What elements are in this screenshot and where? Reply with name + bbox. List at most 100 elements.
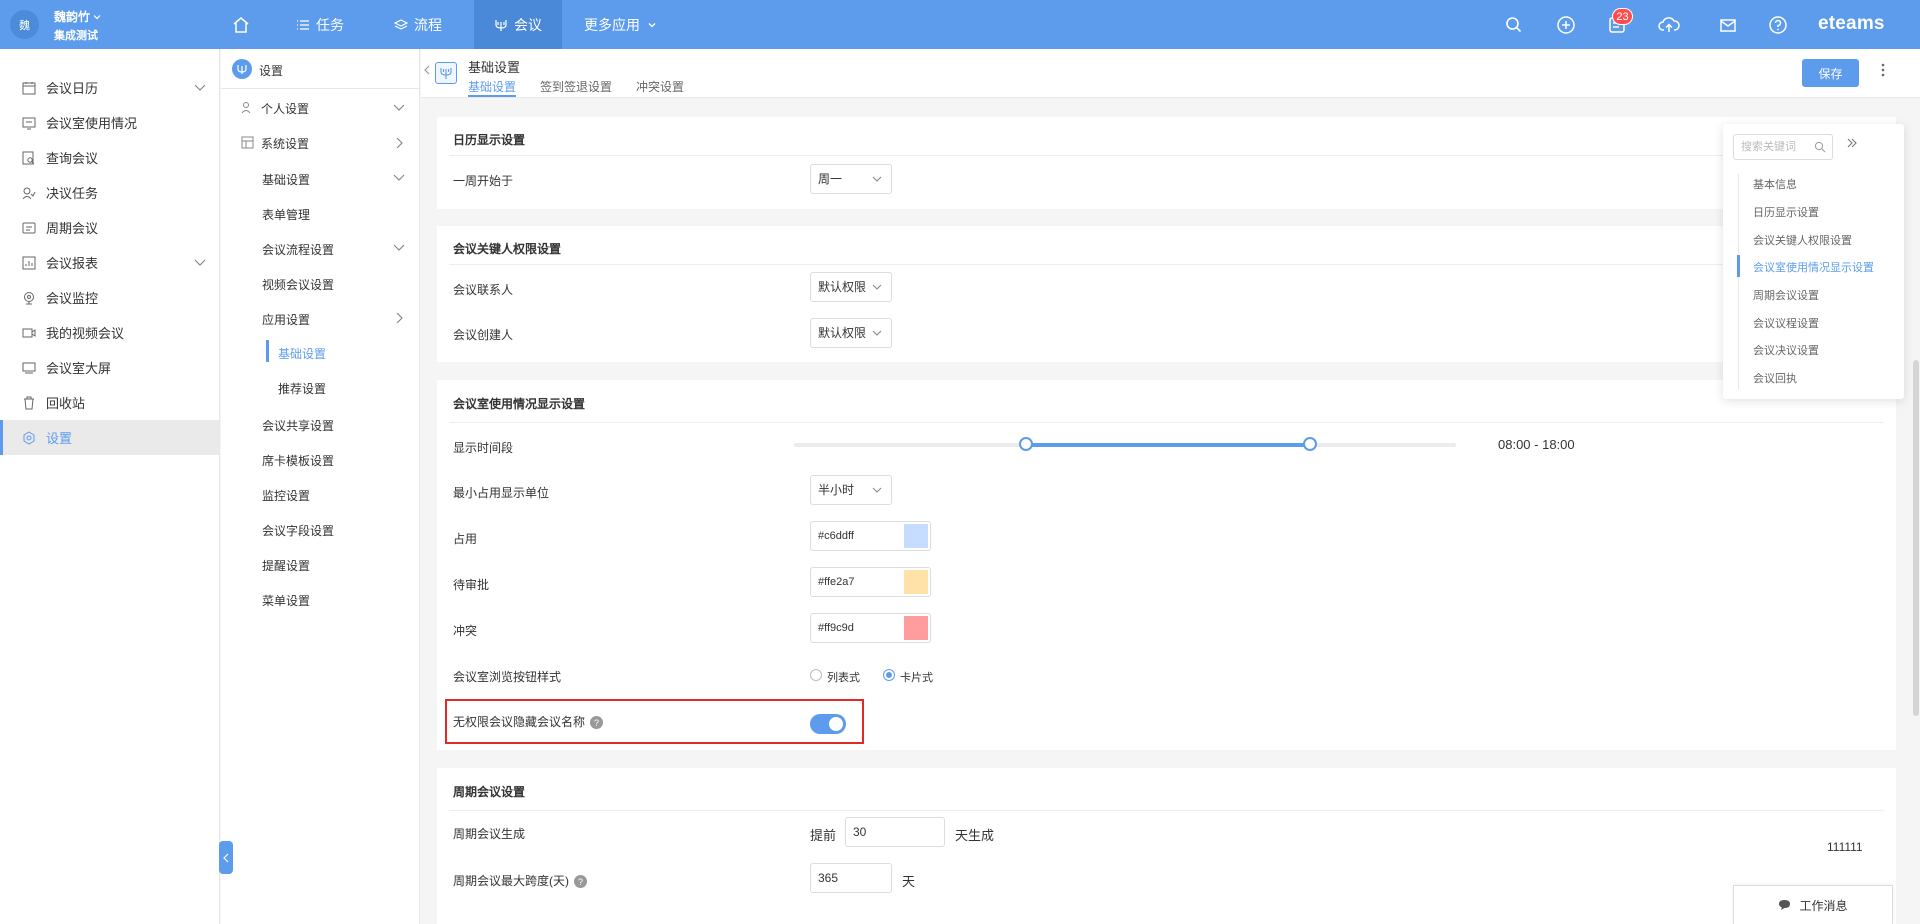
time-range-slider[interactable]	[794, 437, 1456, 451]
anchor-item[interactable]: 基本信息	[1753, 176, 1797, 192]
more-options-button[interactable]	[1881, 63, 1885, 77]
help-circle-icon	[1769, 16, 1787, 34]
menu-reminder-settings[interactable]: 提醒设置	[262, 557, 310, 574]
menu-personal-settings[interactable]: 个人设置	[241, 100, 310, 117]
save-button[interactable]: 保存	[1802, 59, 1859, 87]
field-label: 会议室浏览按钮样式	[453, 670, 562, 684]
avatar[interactable]: 魏	[10, 10, 39, 39]
help-icon[interactable]: ?	[574, 875, 587, 889]
occupied-color-input[interactable]: #c6ddff	[810, 521, 931, 551]
brand-logo: eteams	[1818, 13, 1885, 34]
cloud-upload-button[interactable]	[1658, 15, 1680, 35]
home-button[interactable]	[232, 0, 258, 49]
menu-app-settings[interactable]: 应用设置	[262, 311, 310, 328]
field-label: 会议联系人	[453, 283, 514, 297]
anchor-search-input[interactable]: 搜索关键词	[1733, 134, 1833, 160]
pending-color-input[interactable]: #ffe2a7	[810, 567, 931, 597]
week-start-select[interactable]: 周一	[810, 164, 892, 194]
max-span-input[interactable]: 365	[810, 863, 892, 893]
scrollbar[interactable]	[1913, 360, 1919, 716]
anchor-item[interactable]: 周期会议设置	[1753, 287, 1819, 303]
sidebar-item-settings[interactable]: 设置	[0, 420, 219, 455]
menu-meeting-field-settings[interactable]: 会议字段设置	[262, 522, 334, 539]
tab-basic-settings[interactable]: 基础设置	[468, 78, 517, 97]
nav-label: 任务	[316, 16, 344, 33]
sidebar-item-room-screen[interactable]: 会议室大屏	[0, 350, 219, 385]
menu-label: 基础设置	[278, 347, 327, 361]
room-usage-icon	[22, 117, 36, 130]
chevron-down-icon	[872, 176, 882, 182]
menu-label: 提醒设置	[262, 559, 311, 573]
gen-days-input[interactable]: 30	[845, 817, 945, 847]
menu-seat-card-template[interactable]: 席卡模板设置	[262, 452, 334, 469]
radio-label: 列表式	[827, 672, 860, 684]
menu-form-management[interactable]: 表单管理	[262, 206, 310, 223]
menu-monitor-settings[interactable]: 监控设置	[262, 487, 310, 504]
add-button[interactable]	[1556, 15, 1576, 35]
radio-card-style[interactable]	[883, 669, 895, 681]
sidebar-collapse-toggle[interactable]	[219, 841, 233, 874]
field-label: 一周开始于	[453, 174, 514, 188]
divider	[449, 810, 1884, 811]
sidebar-item-query-meeting[interactable]: 查询会议	[0, 140, 219, 175]
color-swatch[interactable]	[904, 616, 928, 640]
contact-permission-select[interactable]: 默认权限	[810, 272, 892, 302]
anchor-item[interactable]: 会议关键人权限设置	[1753, 232, 1852, 248]
field-label: 冲突	[453, 624, 478, 638]
work-message-button[interactable]: 工作消息	[1733, 885, 1893, 924]
color-swatch[interactable]	[904, 570, 928, 594]
menu-meeting-share-settings[interactable]: 会议共享设置	[262, 417, 334, 434]
sidebar-item-room-usage[interactable]: 会议室使用情况	[0, 105, 219, 140]
anchor-item[interactable]: 日历显示设置	[1753, 204, 1819, 220]
anchor-item[interactable]: 会议决议设置	[1753, 342, 1819, 358]
mail-button[interactable]	[1718, 15, 1738, 35]
nav-meeting[interactable]: 会议	[474, 0, 562, 49]
help-button[interactable]	[1768, 15, 1788, 35]
menu-label: 应用设置	[262, 313, 311, 327]
min-unit-select[interactable]: 半小时	[810, 475, 892, 505]
field-label: 待审批	[453, 578, 490, 592]
anchor-active-indicator	[1737, 255, 1740, 277]
field-label: 显示时间段	[453, 441, 514, 455]
tab-checkin-settings[interactable]: 签到签退设置	[540, 78, 612, 95]
section-title: 会议室使用情况显示设置	[453, 397, 586, 411]
sidebar-item-periodic-meeting[interactable]: 周期会议	[0, 210, 219, 245]
anchor-item[interactable]: 会议回执	[1753, 370, 1797, 386]
menu-label: 个人设置	[261, 102, 310, 116]
color-swatch[interactable]	[904, 524, 928, 548]
user-name[interactable]: 魏韵竹	[54, 8, 102, 25]
chevron-left-icon[interactable]	[424, 65, 430, 75]
radio-list-style[interactable]	[810, 669, 822, 681]
sidebar-item-my-video-meeting[interactable]: 我的视频会议	[0, 315, 219, 350]
menu-app-basic-settings[interactable]: 基础设置	[278, 345, 326, 362]
style-radio-group: 列表式 卡片式	[810, 669, 960, 684]
menu-system-settings[interactable]: 系统设置	[241, 135, 309, 152]
slider-start-handle[interactable]	[1018, 437, 1033, 451]
creator-permission-select[interactable]: 默认权限	[810, 318, 892, 348]
nav-workflow[interactable]: 流程	[394, 0, 442, 49]
menu-basic-settings[interactable]: 基础设置	[262, 171, 310, 188]
menu-recommend-settings[interactable]: 推荐设置	[278, 380, 326, 397]
menu-meeting-workflow-settings[interactable]: 会议流程设置	[262, 241, 334, 258]
sidebar-item-meeting-monitor[interactable]: 会议监控	[0, 280, 219, 315]
collapse-panel-button[interactable]	[1846, 137, 1858, 149]
nav-tasks[interactable]: 任务	[296, 0, 344, 49]
tab-conflict-settings[interactable]: 冲突设置	[636, 78, 684, 95]
anchor-item-active[interactable]: 会议室使用情况显示设置	[1753, 259, 1874, 275]
room-usage-display-card: 会议室使用情况显示设置 显示时间段 最小占用显示单位 半小时 占用 #c6ddf…	[437, 380, 1896, 750]
chevron-down-icon	[194, 259, 206, 266]
search-button[interactable]	[1504, 15, 1524, 35]
conflict-color-input[interactable]: #ff9c9d	[810, 613, 931, 643]
sidebar-item-resolution-tasks[interactable]: 决议任务	[0, 175, 219, 210]
menu-menu-settings[interactable]: 菜单设置	[262, 592, 310, 609]
nav-more-apps[interactable]: 更多应用	[584, 0, 658, 49]
home-icon	[233, 16, 249, 33]
sidebar-item-meeting-calendar[interactable]: 会议日历	[0, 70, 219, 105]
color-value: #c6ddff	[818, 530, 854, 542]
menu-video-meeting-settings[interactable]: 视频会议设置	[262, 276, 334, 293]
sidebar-item-recycle-bin[interactable]: 回收站	[0, 385, 219, 420]
anchor-item[interactable]: 会议议程设置	[1753, 315, 1819, 331]
select-value: 默认权限	[818, 326, 867, 340]
hide-meeting-name-toggle[interactable]	[810, 714, 846, 734]
sidebar-item-meeting-report[interactable]: 会议报表	[0, 245, 219, 280]
